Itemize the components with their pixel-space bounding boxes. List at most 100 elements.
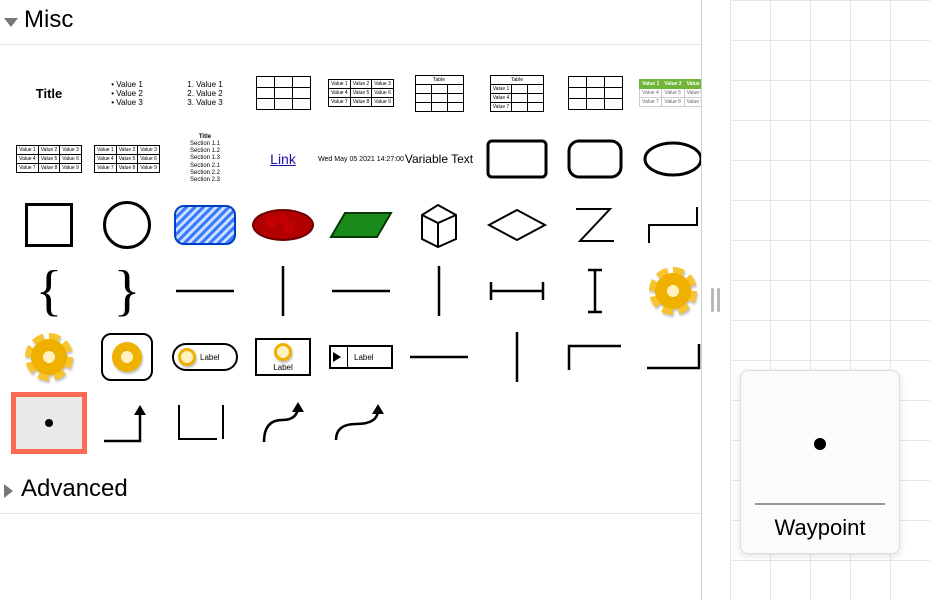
dimension-icon <box>585 266 605 316</box>
shape-brace-right[interactable]: } <box>92 263 162 319</box>
shape-hline2[interactable] <box>326 263 396 319</box>
shape-scribble-ellipse[interactable] <box>248 197 318 253</box>
shape-link[interactable]: Link <box>248 131 318 187</box>
shape-ordered-list[interactable]: 1. Value 1 2. Value 2 3. Value 3 <box>170 65 240 121</box>
rounded-rect-icon <box>567 139 623 179</box>
shape-table-text[interactable]: Value 1Value 2Value 3 Value 4Value 5Valu… <box>326 65 396 121</box>
brace-left-icon: { <box>36 263 63 319</box>
corner-icon <box>567 342 623 372</box>
shape-title[interactable]: Title <box>14 65 84 121</box>
shape-gear-framed[interactable] <box>92 329 162 385</box>
shape-empty1 <box>404 395 474 451</box>
vline-icon <box>279 266 287 316</box>
isometric-icon <box>329 207 393 243</box>
shape-brace-left[interactable]: { <box>14 263 84 319</box>
ellipse-icon <box>642 140 702 178</box>
gear-framed-icon <box>101 333 153 381</box>
scribble-ellipse-icon <box>252 209 314 241</box>
shape-tooltip: Waypoint <box>740 370 900 554</box>
gear-label-pill-icon: Label <box>172 343 238 371</box>
table-icon: Value 1Value 2Value 3 Value 4Value 5Valu… <box>94 145 160 173</box>
gear-icon <box>25 333 73 381</box>
scribble-rect-icon <box>174 205 236 245</box>
shape-step-line[interactable] <box>638 197 702 253</box>
shape-hline[interactable] <box>170 263 240 319</box>
shape-vline[interactable] <box>248 263 318 319</box>
curved-arrow-icon <box>258 398 308 448</box>
table-icon <box>568 76 623 110</box>
hline-icon <box>332 287 390 295</box>
vline-icon <box>435 266 443 316</box>
circle-icon <box>103 201 151 249</box>
shape-corner-br[interactable] <box>638 329 702 385</box>
shape-timestamp[interactable]: Wed May 05 2021 14:27:00 <box>326 131 396 187</box>
shape-hline3[interactable] <box>404 329 474 385</box>
shape-table-empty[interactable] <box>248 65 318 121</box>
shape-vline2[interactable] <box>404 263 474 319</box>
shape-dimension-h[interactable] <box>482 263 552 319</box>
tooltip-preview <box>755 385 885 505</box>
shape-table-crosshatch[interactable] <box>560 65 630 121</box>
title-text: Title <box>36 86 63 101</box>
drawing-canvas[interactable]: Waypoint <box>730 0 930 600</box>
shapes-sidebar: Misc Title Value 1 Value 2 Value 3 1. Va… <box>0 0 702 600</box>
shape-table-header2[interactable]: Table Value 1 Value 4 Value 7 <box>482 65 552 121</box>
shape-rhombus[interactable] <box>482 197 552 253</box>
table-icon: Table Value 1 Value 4 Value 7 <box>490 75 545 112</box>
corner-icon <box>645 342 701 372</box>
chevron-down-icon <box>4 18 18 27</box>
shape-variable-text[interactable]: Variable Text <box>404 131 474 187</box>
dimension-icon <box>487 276 547 306</box>
shape-curved-arrow2[interactable] <box>326 395 396 451</box>
section-title: Advanced <box>21 475 128 503</box>
shape-unordered-list[interactable]: Value 1 Value 2 Value 3 <box>92 65 162 121</box>
shape-elbow-arrow[interactable] <box>92 395 162 451</box>
shape-curved-arrow[interactable] <box>248 395 318 451</box>
section-header-misc[interactable]: Misc <box>0 0 701 45</box>
shape-rounded-rect[interactable] <box>482 131 552 187</box>
zigzag-icon <box>570 201 620 249</box>
vline-icon <box>513 332 521 382</box>
shape-zigzag[interactable] <box>560 197 630 253</box>
waypoint-icon <box>45 419 53 427</box>
section-header-advanced[interactable]: Advanced <box>0 469 701 514</box>
shape-empty4 <box>638 395 702 451</box>
shape-scribble-rect[interactable] <box>170 197 240 253</box>
shape-waypoint[interactable] <box>14 395 84 451</box>
shape-gear[interactable] <box>638 263 702 319</box>
tooltip-label: Waypoint <box>775 515 866 541</box>
play-label-icon: Label <box>329 345 393 369</box>
shape-vline3[interactable] <box>482 329 552 385</box>
gear-label-box-icon: Label <box>255 338 311 376</box>
shape-isometric-rect[interactable] <box>326 197 396 253</box>
shape-table-styled[interactable]: Value 1Value 2Value 3 Value 4Value 5Valu… <box>638 65 702 121</box>
elbow-arrow-icon <box>100 399 154 447</box>
shape-elbow-double[interactable] <box>170 395 240 451</box>
shape-square-outline[interactable] <box>14 197 84 253</box>
grip-icon <box>711 288 721 312</box>
shape-gear2[interactable] <box>14 329 84 385</box>
shape-circle-outline[interactable] <box>92 197 162 253</box>
shape-table-text3[interactable]: Value 1Value 2Value 3 Value 4Value 5Valu… <box>92 131 162 187</box>
shape-dimension-v[interactable] <box>560 263 630 319</box>
section-title: Misc <box>24 6 73 34</box>
elbow-double-icon <box>177 401 233 445</box>
panel-splitter[interactable] <box>702 0 730 600</box>
shape-cube[interactable] <box>404 197 474 253</box>
shape-corner-tl[interactable] <box>560 329 630 385</box>
shape-table-text2[interactable]: Value 1Value 2Value 3 Value 4Value 5Valu… <box>14 131 84 187</box>
hline-icon <box>410 353 468 361</box>
bullet-list: Value 1 Value 2 Value 3 <box>111 80 143 107</box>
brace-right-icon: } <box>114 263 141 319</box>
cube-icon <box>414 201 464 249</box>
rhombus-icon <box>486 207 548 243</box>
shape-gear-label-pill[interactable]: Label <box>170 329 240 385</box>
shape-section-list[interactable]: Title Section 1.1 Section 1.2 Section 1.… <box>170 131 240 187</box>
shape-gear-label-box[interactable]: Label <box>248 329 318 385</box>
chevron-right-icon <box>4 484 13 498</box>
shape-play-label[interactable]: Label <box>326 329 396 385</box>
hline-icon <box>176 287 234 295</box>
shape-ellipse[interactable] <box>638 131 702 187</box>
shape-rounded-rect2[interactable] <box>560 131 630 187</box>
shape-table-header1[interactable]: Table <box>404 65 474 121</box>
